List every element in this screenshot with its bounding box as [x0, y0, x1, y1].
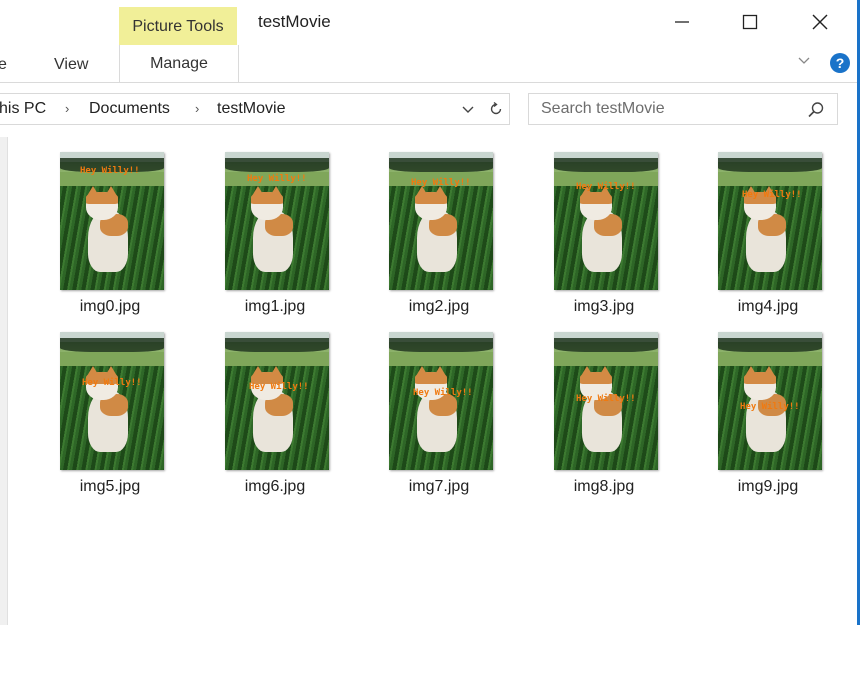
breadcrumb-testmovie[interactable]: testMovie — [217, 100, 285, 118]
chevron-down-icon — [462, 106, 474, 113]
close-icon — [812, 14, 828, 30]
file-name[interactable]: img5.jpg — [45, 478, 175, 496]
minimize-button[interactable] — [659, 0, 705, 44]
search-box[interactable]: Search testMovie — [528, 93, 838, 125]
file-item[interactable]: Hey Willy!! img4.jpg — [703, 150, 833, 328]
file-item[interactable]: Hey Willy!! img2.jpg — [374, 150, 504, 328]
file-name[interactable]: img1.jpg — [210, 298, 340, 316]
thumbnail-caption: Hey Willy!! — [576, 394, 636, 404]
address-bar[interactable]: his PC › Documents › testMovie — [0, 93, 510, 125]
file-item[interactable]: Hey Willy!! img0.jpg — [45, 150, 175, 328]
address-dropdown-button[interactable] — [461, 103, 475, 121]
minimize-icon — [675, 21, 689, 23]
image-thumbnail[interactable]: Hey Willy!! — [718, 152, 822, 290]
breadcrumb-separator-icon[interactable]: › — [195, 101, 199, 116]
file-item[interactable]: Hey Willy!! img1.jpg — [210, 150, 340, 328]
file-item[interactable]: Hey Willy!! img8.jpg — [539, 330, 669, 508]
breadcrumb-this-pc[interactable]: his PC — [0, 100, 46, 118]
breadcrumb-documents[interactable]: Documents — [89, 100, 170, 118]
file-name[interactable]: img3.jpg — [539, 298, 669, 316]
picture-tools-context-tab[interactable]: Picture Tools — [119, 7, 237, 46]
thumbnail-caption: Hey Willy!! — [80, 166, 140, 176]
image-thumbnail[interactable]: Hey Willy!! — [389, 152, 493, 290]
title-bar: Picture Tools testMovie — [0, 0, 857, 46]
file-name[interactable]: img4.jpg — [703, 298, 833, 316]
image-thumbnail[interactable]: Hey Willy!! — [60, 332, 164, 470]
file-item[interactable]: Hey Willy!! img9.jpg — [703, 330, 833, 508]
image-thumbnail[interactable]: Hey Willy!! — [225, 152, 329, 290]
maximize-icon — [742, 14, 758, 30]
image-thumbnail[interactable]: Hey Willy!! — [554, 152, 658, 290]
file-name[interactable]: img6.jpg — [210, 478, 340, 496]
thumbnail-caption: Hey Willy!! — [411, 178, 471, 188]
file-name[interactable]: img9.jpg — [703, 478, 833, 496]
thumbnail-caption: Hey Willy!! — [82, 378, 142, 388]
chevron-down-icon — [798, 57, 810, 64]
thumbnail-caption: Hey Willy!! — [249, 382, 309, 392]
thumbnail-caption: Hey Willy!! — [247, 174, 307, 184]
explorer-window: Picture Tools testMovie e View Manage ? … — [0, 0, 860, 625]
tab-manage[interactable]: Manage — [119, 45, 239, 82]
image-thumbnail[interactable]: Hey Willy!! — [60, 152, 164, 290]
file-item[interactable]: Hey Willy!! img6.jpg — [210, 330, 340, 508]
file-name[interactable]: img2.jpg — [374, 298, 504, 316]
search-icon[interactable] — [807, 101, 825, 124]
file-name[interactable]: img0.jpg — [45, 298, 175, 316]
file-name[interactable]: img8.jpg — [539, 478, 669, 496]
refresh-icon — [490, 101, 502, 115]
thumbnail-caption: Hey Willy!! — [740, 402, 800, 412]
expand-ribbon-button[interactable] — [797, 54, 811, 72]
help-button[interactable]: ? — [830, 53, 850, 73]
image-thumbnail[interactable]: Hey Willy!! — [225, 332, 329, 470]
file-item[interactable]: Hey Willy!! img5.jpg — [45, 330, 175, 508]
thumbnail-caption: Hey Willy!! — [576, 182, 636, 192]
search-input[interactable]: Search testMovie — [541, 100, 665, 118]
breadcrumb-separator-icon[interactable]: › — [65, 101, 69, 116]
ribbon-tabs: e View Manage ? — [0, 45, 857, 83]
file-grid: Hey Willy!! img0.jpg Hey Willy!! img1.jpg He… — [0, 150, 850, 620]
thumbnail-caption: Hey Willy!! — [413, 388, 473, 398]
maximize-button[interactable] — [727, 0, 773, 44]
refresh-button[interactable] — [485, 98, 507, 120]
image-thumbnail[interactable]: Hey Willy!! — [389, 332, 493, 470]
file-item[interactable]: Hey Willy!! img3.jpg — [539, 150, 669, 328]
image-thumbnail[interactable]: Hey Willy!! — [718, 332, 822, 470]
file-name[interactable]: img7.jpg — [374, 478, 504, 496]
window-title: testMovie — [258, 12, 331, 31]
tab-share[interactable]: e — [0, 56, 7, 74]
tab-view[interactable]: View — [54, 56, 88, 74]
close-button[interactable] — [797, 0, 843, 44]
thumbnail-caption: Hey Willy!! — [742, 190, 802, 200]
image-thumbnail[interactable]: Hey Willy!! — [554, 332, 658, 470]
file-item[interactable]: Hey Willy!! img7.jpg — [374, 330, 504, 508]
